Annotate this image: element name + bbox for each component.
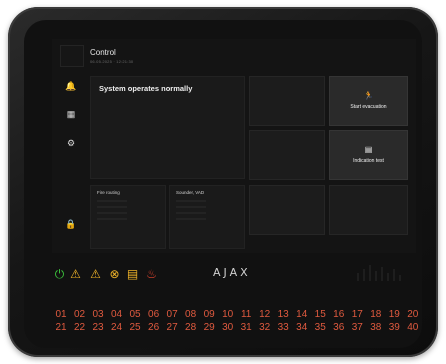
grid-icon[interactable]: ▦ xyxy=(64,107,78,121)
zone-indicators-row-2: 21 22 23 24 25 26 27 28 29 30 31 32 33 3… xyxy=(52,322,422,333)
touch-screen: Control 06.05.2025 · 12:21:30 🔔 ▦ ⚙ 🔒 Sy… xyxy=(52,39,416,253)
running-person-icon: 🏃 xyxy=(363,91,374,100)
empty-tile-2 xyxy=(249,130,325,180)
zone-indicators-row-1: 01 02 03 04 05 06 07 08 09 10 11 12 13 1… xyxy=(52,309,422,320)
zone-15: 15 xyxy=(314,309,326,320)
zone-07: 07 xyxy=(166,309,178,320)
zone-23: 23 xyxy=(92,322,104,333)
bell-icon[interactable]: 🔔 xyxy=(64,79,78,93)
system-status-text: System operates normally xyxy=(99,84,193,93)
disabled-icon: ⊗ xyxy=(109,267,120,281)
test-icon: ▤ xyxy=(126,267,139,281)
empty-tile-1 xyxy=(249,76,325,126)
fire-routing-label: Fire routing xyxy=(97,190,120,195)
power-icon: ⏻ xyxy=(54,267,65,281)
zone-04: 04 xyxy=(110,309,123,320)
zone-19: 19 xyxy=(388,309,400,320)
zone-22: 22 xyxy=(73,322,86,333)
zone-40: 40 xyxy=(407,322,419,333)
zone-12: 12 xyxy=(259,309,271,320)
zone-16: 16 xyxy=(333,309,345,320)
sounder-vad-label: Sounder, VAD xyxy=(176,190,205,195)
fire-icon: ♨ xyxy=(146,267,157,281)
zone-36: 36 xyxy=(333,322,345,333)
indication-test-button[interactable]: ▤ Indication test xyxy=(329,130,408,180)
zone-31: 31 xyxy=(240,322,252,333)
empty-tile-4 xyxy=(329,185,408,235)
test-panel-icon: ▤ xyxy=(364,145,373,154)
zone-35: 35 xyxy=(314,322,326,333)
zone-10: 10 xyxy=(222,309,234,320)
speaker-grille xyxy=(357,265,407,281)
zone-39: 39 xyxy=(388,322,400,333)
zone-05: 05 xyxy=(129,309,141,320)
zone-37: 37 xyxy=(351,322,363,333)
zone-32: 32 xyxy=(259,322,271,333)
zone-09: 09 xyxy=(203,309,215,320)
zone-01: 01 xyxy=(55,309,67,320)
zone-20: 20 xyxy=(407,309,419,320)
zone-29: 29 xyxy=(203,322,215,333)
fire-routing-list xyxy=(97,200,147,224)
zone-27: 27 xyxy=(166,322,178,333)
sounder-vad-panel[interactable]: Sounder, VAD xyxy=(169,185,245,249)
zone-06: 06 xyxy=(148,309,160,320)
indication-test-label: Indication test xyxy=(353,158,384,164)
zone-25: 25 xyxy=(129,322,141,333)
warning-icon: ⚠ xyxy=(90,267,101,281)
zone-38: 38 xyxy=(370,322,382,333)
system-status-panel: System operates normally xyxy=(90,76,245,179)
page-title: Control xyxy=(90,48,116,57)
zone-26: 26 xyxy=(148,322,160,333)
zone-03: 03 xyxy=(92,309,104,320)
zone-18: 18 xyxy=(370,309,382,320)
zone-08: 08 xyxy=(185,309,197,320)
zone-17: 17 xyxy=(351,309,363,320)
empty-tile-3 xyxy=(249,185,325,235)
settings-icon[interactable]: ⚙ xyxy=(64,136,78,150)
zone-30: 30 xyxy=(222,322,234,333)
zone-21: 21 xyxy=(55,322,67,333)
zone-28: 28 xyxy=(185,322,197,333)
fire-routing-panel[interactable]: Fire routing xyxy=(90,185,166,249)
start-evacuation-label: Start evacuation xyxy=(350,104,387,110)
home-button[interactable] xyxy=(60,45,84,67)
start-evacuation-button[interactable]: 🏃 Start evacuation xyxy=(329,76,408,126)
zone-02: 02 xyxy=(73,309,86,320)
fault-warning-icon: ⚠ xyxy=(70,267,81,281)
zone-14: 14 xyxy=(296,309,308,320)
zone-33: 33 xyxy=(277,322,289,333)
sounder-vad-list xyxy=(176,200,226,224)
brand-logo: AJAX xyxy=(213,266,251,279)
zone-13: 13 xyxy=(277,309,289,320)
page-datetime: 06.05.2025 · 12:21:30 xyxy=(90,59,134,64)
lock-icon[interactable]: 🔒 xyxy=(64,217,78,231)
zone-11: 11 xyxy=(240,309,252,320)
zone-34: 34 xyxy=(296,322,308,333)
zone-24: 24 xyxy=(110,322,123,333)
